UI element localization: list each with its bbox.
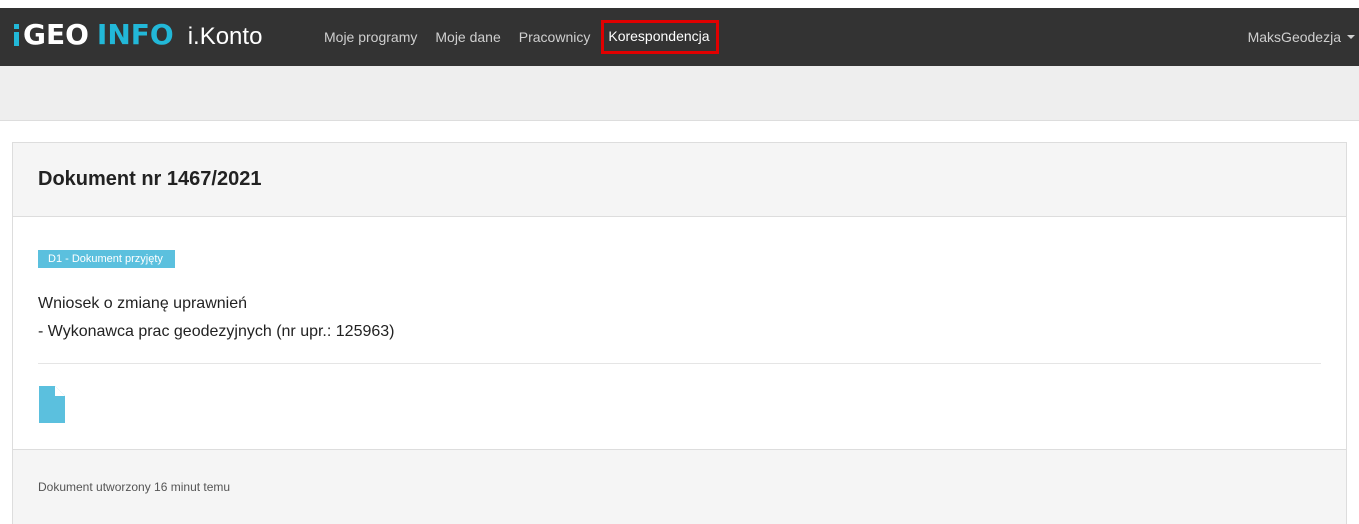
file-icon-graphic <box>39 386 65 423</box>
logo-geo-text: GEO <box>23 18 89 51</box>
nav-moje-dane[interactable]: Moje dane <box>435 29 500 45</box>
nav-korespondencja[interactable]: Korespondencja <box>601 20 719 54</box>
user-name: MaksGeodezja <box>1247 29 1341 45</box>
caret-down-icon <box>1347 35 1355 39</box>
nav-pracownicy[interactable]: Pracownicy <box>519 29 591 45</box>
status-badge: D1 - Dokument przyjęty <box>38 250 175 268</box>
nav-moje-programy[interactable]: Moje programy <box>324 29 417 45</box>
secondary-toolbar <box>0 66 1359 121</box>
user-menu[interactable]: MaksGeodezja <box>1248 8 1355 66</box>
document-created-timestamp: Dokument utworzony 16 minut temu <box>38 480 231 494</box>
main-nav: Moje programy Moje dane Pracownicy Kores… <box>324 8 737 66</box>
file-icon[interactable] <box>39 386 65 428</box>
document-panel: Dokument nr 1467/2021 D1 - Dokument przy… <box>12 142 1347 524</box>
document-description-detail: - Wykonawca prac geodezyjnych (nr upr.: … <box>38 323 395 340</box>
document-title: Dokument nr 1467/2021 <box>38 168 262 190</box>
top-navbar: GEO INFO i.Konto Moje programy Moje dane… <box>0 8 1359 66</box>
panel-footer: Dokument utworzony 16 minut temu <box>13 449 1346 524</box>
panel-heading: Dokument nr 1467/2021 <box>13 143 1346 217</box>
document-description: Wniosek o zmianę uprawnień <box>38 295 247 312</box>
panel-body: D1 - Dokument przyjęty Wniosek o zmianę … <box>13 217 1346 449</box>
logo-info-text: INFO <box>96 18 174 51</box>
logo-mark-icon <box>14 24 19 46</box>
logo-product-text: i.Konto <box>187 23 263 50</box>
geoinfo-logo[interactable]: GEO INFO i.Konto <box>14 18 262 52</box>
divider <box>38 363 1321 364</box>
